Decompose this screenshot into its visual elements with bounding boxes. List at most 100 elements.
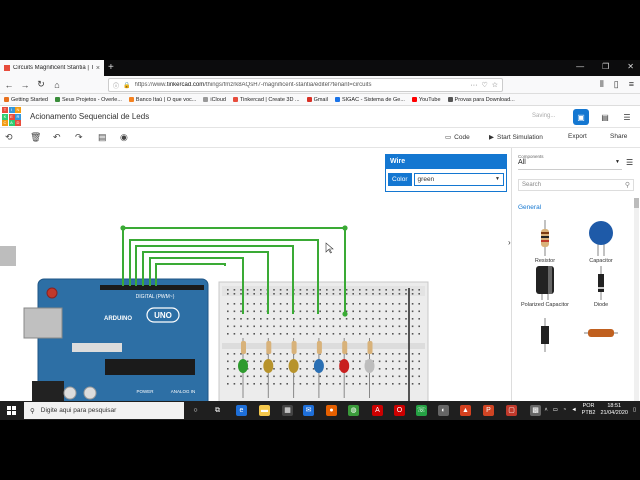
saving-status: Saving... (532, 113, 556, 119)
file-explorer-icon[interactable]: ▬ (259, 405, 270, 416)
minimize-icon[interactable]: — (576, 62, 584, 71)
led[interactable] (339, 359, 350, 373)
bookmark-item[interactable]: Banco Itaú | O que voc... (128, 97, 196, 103)
code-button[interactable]: ▭ Code (445, 133, 470, 142)
component-inductor[interactable] (576, 326, 626, 342)
bookmark-item[interactable]: YouTube (411, 97, 441, 103)
component-diode[interactable]: Diode (576, 266, 626, 308)
network-icon[interactable]: ◔ (563, 407, 566, 413)
redo-icon[interactable]: ↷ (75, 132, 83, 143)
resistor[interactable] (241, 341, 246, 354)
delete-icon[interactable]: 🗑 (30, 132, 41, 143)
resistor[interactable] (266, 341, 272, 354)
mail-icon[interactable]: ✉ (303, 405, 314, 416)
component-search-input[interactable]: Search ⚲ (518, 179, 634, 191)
library-icon[interactable]: ⫴ (600, 79, 604, 90)
close-tab-icon[interactable]: × (96, 65, 100, 72)
resistor[interactable] (367, 341, 373, 354)
led[interactable] (238, 359, 248, 373)
export-button[interactable]: Export (568, 133, 587, 140)
share-button[interactable]: Share (610, 133, 627, 140)
notes-icon[interactable]: ▤ (98, 132, 107, 143)
notification-icon[interactable]: ▯ (633, 407, 636, 413)
forward-icon[interactable]: → (20, 80, 30, 90)
app-icon[interactable]: ◐ (438, 405, 449, 416)
wire-endpoint[interactable] (342, 311, 348, 317)
resistor[interactable] (291, 341, 297, 354)
resistor[interactable] (316, 341, 322, 354)
arduino-uno-board[interactable]: DIGITAL (PWM~) ARDUINO UNO POWER ANALOG … (23, 278, 209, 412)
search-icon[interactable]: ⚲ (625, 181, 630, 189)
wire-endpoint[interactable] (120, 225, 126, 231)
resistor[interactable] (342, 341, 348, 354)
wire-color-select[interactable]: green ▼ (413, 173, 504, 186)
bookmark-item[interactable]: SIGAC - Sistema de Ge... (334, 97, 405, 103)
reload-icon[interactable]: ↻ (36, 79, 46, 90)
list-view-icon[interactable]: ☰ (626, 158, 633, 167)
new-tab-icon[interactable]: + (108, 62, 114, 73)
bookmark-item[interactable]: Provas para Download... (447, 97, 515, 103)
battery-icon[interactable]: ▭ (553, 407, 558, 413)
tray-overflow-icon[interactable]: ˄ (544, 407, 547, 413)
wire-endpoint[interactable] (342, 225, 348, 231)
component-transistor[interactable] (520, 318, 570, 354)
maximize-icon[interactable]: ❐ (602, 62, 609, 71)
bookmark-item[interactable]: Seus Projetos - Overle... (55, 97, 122, 103)
bookmark-item[interactable]: iCloud (203, 97, 226, 103)
component-resistor[interactable]: Resistor (520, 220, 570, 264)
powerpoint-icon[interactable]: P (483, 405, 494, 416)
rotate-icon[interactable]: ⟲ (5, 132, 13, 143)
matlab-icon[interactable]: ▲ (460, 405, 471, 416)
bookmark-item[interactable]: Gmail (306, 97, 328, 103)
recorder-icon[interactable]: ▢ (506, 405, 517, 416)
whatsapp-icon[interactable]: ☏ (416, 405, 427, 416)
taskbar-search-input[interactable]: ⚲ Digite aqui para pesquisar (24, 402, 184, 419)
components-filter-select[interactable]: Components All ▼ (518, 154, 622, 170)
design-title[interactable]: Acionamento Sequencial de Leds (30, 112, 149, 121)
language-indicator[interactable]: POR PTB2 (582, 403, 596, 417)
component-capacitor[interactable]: Capacitor (576, 220, 626, 264)
bookmark-item[interactable]: Tinkercad | Create 3D ... (232, 97, 300, 103)
breadboard[interactable] (218, 281, 429, 413)
start-simulation-button[interactable]: ▶ Start Simulation (489, 133, 543, 142)
app-icon[interactable]: ▩ (530, 405, 541, 416)
task-view-icon[interactable]: ⧉ (212, 405, 223, 416)
view-icon[interactable]: ◉ (120, 132, 128, 143)
led[interactable] (313, 359, 324, 373)
firefox-icon[interactable]: ● (326, 405, 337, 416)
store-icon[interactable]: ▦ (282, 405, 293, 416)
acrobat-icon[interactable]: A (372, 405, 383, 416)
clock[interactable]: 18:51 21/04/2020 (600, 403, 628, 417)
sidebar-icon[interactable]: ▯ (614, 79, 619, 90)
browser-tab[interactable]: Circuits Magnificent Stantia | Ti × (0, 60, 104, 76)
pocket-icon[interactable]: ♡ (481, 81, 487, 89)
component-list-button[interactable]: ☰ (619, 109, 635, 125)
led[interactable] (288, 359, 299, 373)
undo-icon[interactable]: ↶ (53, 132, 61, 143)
address-bar[interactable]: ⓘ 🔒 https://www.tinkercad.com/things/fmz… (108, 78, 503, 92)
volume-icon[interactable]: ◄ (571, 407, 576, 413)
logo-letter: C (2, 120, 8, 126)
led[interactable] (263, 359, 274, 373)
bookmark-item[interactable]: Getting Started (4, 97, 48, 103)
menu-icon[interactable]: ≡ (629, 79, 634, 90)
info-icon[interactable]: ⓘ (113, 81, 119, 90)
reset-button[interactable] (46, 287, 58, 299)
tinkercad-logo[interactable]: TIN KER CAD (2, 107, 21, 126)
schematic-view-button[interactable]: ▤ (597, 109, 613, 125)
scrollbar-thumb[interactable] (634, 198, 639, 208)
close-window-icon[interactable]: ✕ (627, 62, 634, 71)
back-icon[interactable]: ← (4, 80, 14, 90)
led[interactable] (364, 359, 375, 373)
cortana-icon[interactable]: ○ (190, 405, 201, 416)
page-actions-icon[interactable]: ··· (470, 82, 477, 89)
home-icon[interactable]: ⌂ (52, 80, 62, 90)
edge-icon[interactable]: e (236, 405, 247, 416)
opera-icon[interactable]: O (394, 405, 405, 416)
windows-start-icon[interactable] (7, 406, 16, 415)
chrome-icon[interactable]: ◍ (348, 405, 359, 416)
circuit-view-button[interactable]: ▣ (573, 109, 589, 125)
panel-scrollbar[interactable] (634, 198, 639, 418)
bookmark-star-icon[interactable]: ☆ (492, 81, 498, 89)
component-polarized-capacitor[interactable]: Polarized Capacitor (520, 266, 570, 308)
